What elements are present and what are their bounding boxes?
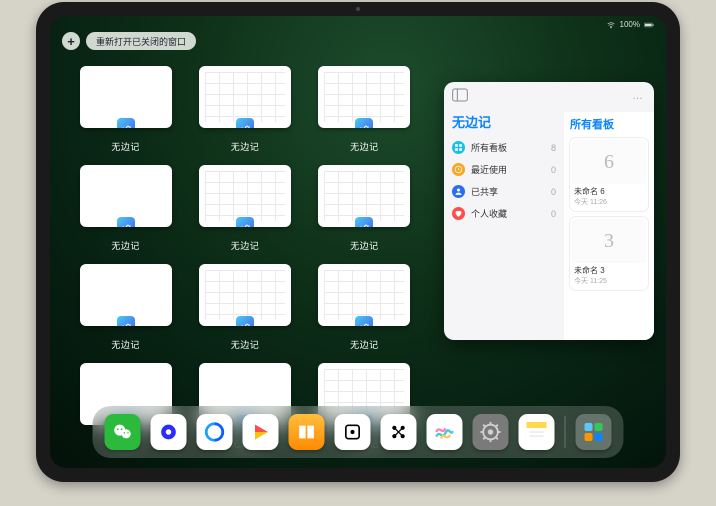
- board-preview: 6: [572, 140, 646, 184]
- clock-icon: [452, 163, 465, 176]
- grid-icon: [452, 141, 465, 154]
- dock-freeform-icon[interactable]: [427, 414, 463, 450]
- reopen-closed-window-button[interactable]: 重新打开已关闭的窗口: [86, 32, 196, 50]
- heart-icon: [452, 207, 465, 220]
- board-name: 未命名 6: [574, 186, 644, 197]
- app-library-icon[interactable]: [576, 414, 612, 450]
- screen: 100% + 重新打开已关闭的窗口 无边记无边记无边记无边记无边记无边记无边记无…: [50, 16, 666, 468]
- sidebar-item[interactable]: 最近使用 0: [452, 163, 556, 176]
- sidebar-item-label: 个人收藏: [471, 207, 507, 220]
- freeform-app-icon: [117, 118, 135, 128]
- battery-label: 100%: [620, 20, 640, 29]
- person-icon: [452, 185, 465, 198]
- app-thumbnail[interactable]: [199, 165, 291, 227]
- dock-qqbrowser-icon[interactable]: [197, 414, 233, 450]
- sidebar-item-label: 已共享: [471, 185, 498, 198]
- app-thumbnail[interactable]: [318, 264, 410, 326]
- dock: [93, 406, 624, 458]
- app-card[interactable]: 无边记: [194, 165, 295, 252]
- app-card-label: 无边记: [350, 140, 379, 153]
- dock-notes-icon[interactable]: [519, 414, 555, 450]
- sidebar-item-count: 0: [551, 187, 556, 197]
- app-card-label: 无边记: [111, 140, 140, 153]
- app-thumbnail[interactable]: [318, 66, 410, 128]
- app-card[interactable]: 无边记: [314, 66, 415, 153]
- sidebar-item-label: 最近使用: [471, 163, 507, 176]
- app-thumbnail[interactable]: [80, 264, 172, 326]
- app-card[interactable]: 无边记: [75, 165, 176, 252]
- app-card-label: 无边记: [231, 140, 260, 153]
- app-card[interactable]: 无边记: [194, 264, 295, 351]
- sidebar-item-count: 8: [551, 143, 556, 153]
- dock-dice-icon[interactable]: [335, 414, 371, 450]
- sidebar-item-count: 0: [551, 209, 556, 219]
- app-card-label: 无边记: [350, 239, 379, 252]
- top-bar: + 重新打开已关闭的窗口: [62, 32, 196, 50]
- dock-quark-icon[interactable]: [151, 414, 187, 450]
- board-date: 今天 11:25: [574, 276, 644, 286]
- freeform-app-icon: [236, 316, 254, 326]
- ellipsis-icon[interactable]: …: [632, 90, 644, 102]
- panel-content: 所有看板 6 未命名 6今天 11:26 3 未命名 3今天 11:25: [564, 112, 654, 340]
- boards-heading: 所有看板: [570, 116, 648, 132]
- app-card-label: 无边记: [350, 338, 379, 351]
- app-switcher-grid: 无边记无边记无边记无边记无边记无边记无边记无边记无边记无边记无边记无边记: [75, 66, 415, 450]
- app-card[interactable]: 无边记: [314, 264, 415, 351]
- dock-play-icon[interactable]: [243, 414, 279, 450]
- app-thumbnail[interactable]: [318, 165, 410, 227]
- app-card-label: 无边记: [111, 338, 140, 351]
- dock-settings-icon[interactable]: [473, 414, 509, 450]
- sidebar-item[interactable]: 所有看板 8: [452, 141, 556, 154]
- sidebar-item-count: 0: [551, 165, 556, 175]
- dock-books-icon[interactable]: [289, 414, 325, 450]
- sidebar-item-label: 所有看板: [471, 141, 507, 154]
- freeform-app-icon: [117, 217, 135, 227]
- app-thumbnail[interactable]: [199, 66, 291, 128]
- ipad-frame: 100% + 重新打开已关闭的窗口 无边记无边记无边记无边记无边记无边记无边记无…: [36, 2, 680, 482]
- freeform-app-panel[interactable]: … 无边记 所有看板8最近使用0已共享0个人收藏0 所有看板 6未命名 6今天 …: [444, 82, 654, 340]
- app-thumbnail[interactable]: [80, 66, 172, 128]
- status-bar: 100%: [606, 20, 654, 29]
- app-thumbnail[interactable]: [80, 165, 172, 227]
- dock-divider: [565, 416, 566, 448]
- app-thumbnail[interactable]: [199, 264, 291, 326]
- freeform-app-icon: [355, 316, 373, 326]
- new-window-button[interactable]: +: [62, 32, 80, 50]
- app-card-label: 无边记: [231, 338, 260, 351]
- freeform-app-icon: [236, 118, 254, 128]
- app-card-label: 无边记: [111, 239, 140, 252]
- sidebar-item[interactable]: 个人收藏 0: [452, 207, 556, 220]
- wifi-icon: [606, 21, 616, 29]
- app-card[interactable]: 无边记: [314, 165, 415, 252]
- app-card-label: 无边记: [231, 239, 260, 252]
- board-card[interactable]: 6 未命名 6今天 11:26: [570, 138, 648, 211]
- app-card[interactable]: 无边记: [75, 66, 176, 153]
- freeform-app-icon: [117, 316, 135, 326]
- app-card[interactable]: 无边记: [194, 66, 295, 153]
- dock-wechat-icon[interactable]: [105, 414, 141, 450]
- dock-dots-icon[interactable]: [381, 414, 417, 450]
- board-preview: 3: [572, 219, 646, 263]
- panel-title: 无边记: [452, 112, 556, 131]
- freeform-app-icon: [236, 217, 254, 227]
- freeform-app-icon: [355, 118, 373, 128]
- sidebar-item[interactable]: 已共享 0: [452, 185, 556, 198]
- board-date: 今天 11:26: [574, 197, 644, 207]
- freeform-app-icon: [355, 217, 373, 227]
- board-name: 未命名 3: [574, 265, 644, 276]
- app-card[interactable]: 无边记: [75, 264, 176, 351]
- camera-notch: [338, 6, 378, 11]
- sidebar-toggle-icon[interactable]: [452, 88, 468, 102]
- board-card[interactable]: 3 未命名 3今天 11:25: [570, 217, 648, 290]
- battery-icon: [644, 21, 654, 29]
- panel-sidebar: 无边记 所有看板 8 最近使用 0 已共享 0 个人收藏 0: [444, 112, 564, 340]
